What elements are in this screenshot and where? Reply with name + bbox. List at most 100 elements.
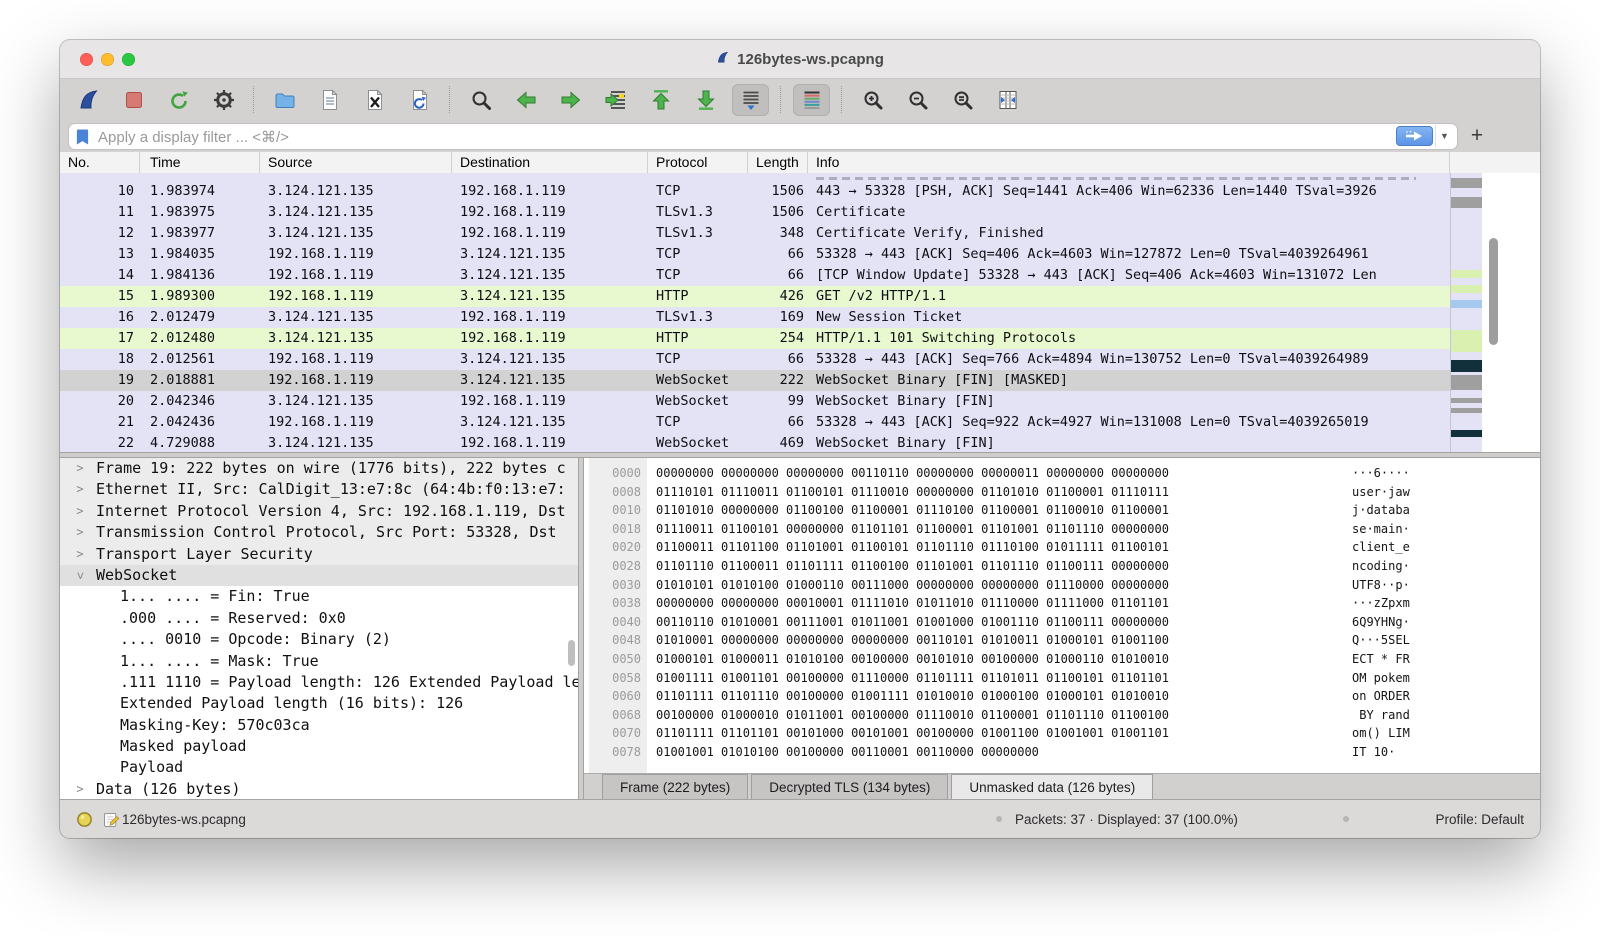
add-filter-button[interactable]: + [1464,123,1490,149]
packet-row[interactable]: 212.042436192.168.1.1193.124.121.135TCP6… [60,412,1450,433]
capture-comment-icon[interactable] [102,800,121,838]
bytes-tab[interactable]: Decrypted TLS (134 bytes) [751,774,948,800]
hex-row[interactable]: 000000000000 00000000 00000000 00110110 … [584,464,1540,483]
chevron-right-icon[interactable]: > [73,458,87,479]
details-row[interactable]: .... 0010 = Opcode: Binary (2) [60,629,578,650]
chevron-right-icon[interactable]: > [73,501,87,522]
details-row[interactable]: 1... .... = Fin: True [60,586,578,607]
details-row[interactable]: Extended Payload length (16 bits): 126 [60,693,578,714]
expert-info-icon[interactable] [76,800,93,838]
chevron-right-icon[interactable]: > [73,522,87,543]
capture-options-button[interactable] [205,84,242,116]
first-packet-button[interactable] [642,84,679,116]
hex-row[interactable]: 001801110011 01100101 00000000 01101101 … [584,520,1540,539]
hex-row[interactable]: 003001010101 01010100 01000110 00111000 … [584,576,1540,595]
partial-packet-row[interactable] [60,173,1450,181]
hex-row[interactable]: 003800000000 00000000 00010001 01111010 … [584,594,1540,613]
column-header-destination[interactable]: Destination [452,152,648,173]
chevron-right-icon[interactable]: > [73,479,87,500]
bytes-tab[interactable]: Unmasked data (126 bytes) [951,774,1153,800]
details-row[interactable]: >Frame 19: 222 bytes on wire (1776 bits)… [60,458,578,479]
chevron-down-icon[interactable]: > [69,569,90,583]
hex-row[interactable]: 001001101010 00000000 01100100 01100001 … [584,501,1540,520]
column-header-info[interactable]: Info [808,152,1450,173]
hex-row[interactable]: 007001101111 01101101 00101000 00101001 … [584,724,1540,743]
column-header-no[interactable]: No. [60,152,140,173]
apply-filter-button[interactable] [1396,126,1433,146]
packet-row[interactable]: 121.9839773.124.121.135192.168.1.119TLSv… [60,223,1450,244]
column-header-length[interactable]: Length [748,152,808,173]
packet-row[interactable]: 182.012561192.168.1.1193.124.121.135TCP6… [60,349,1450,370]
restart-capture-button[interactable] [160,84,197,116]
details-row[interactable]: Masked payload [60,736,578,757]
details-row[interactable]: Masking-Key: 570c03ca [60,715,578,736]
reload-file-button[interactable] [401,84,438,116]
close-file-button[interactable] [356,84,393,116]
auto-scroll-button[interactable] [732,84,769,116]
packet-row[interactable]: 151.989300192.168.1.1193.124.121.135HTTP… [60,286,1450,307]
zoom-reset-button[interactable] [944,84,981,116]
details-row[interactable]: >Ethernet II, Src: CalDigit_13:e7:8c (64… [60,479,578,500]
packet-row[interactable]: 141.984136192.168.1.1193.124.121.135TCP6… [60,265,1450,286]
details-row[interactable]: .111 1110 = Payload length: 126 Extended… [60,672,578,693]
intelligent-scrollbar-minimap[interactable] [1450,173,1482,452]
column-header-time[interactable]: Time [140,152,260,173]
hex-row[interactable]: 005001000101 01000011 01010100 00100000 … [584,650,1540,669]
go-to-packet-button[interactable] [597,84,634,116]
start-capture-button[interactable] [70,84,107,116]
packet-row[interactable]: 202.0423463.124.121.135192.168.1.119WebS… [60,391,1450,412]
save-file-button[interactable] [311,84,348,116]
details-row[interactable]: .000 .... = Reserved: 0x0 [60,608,578,629]
packet-row[interactable]: 111.9839753.124.121.135192.168.1.119TLSv… [60,202,1450,223]
details-row[interactable]: Payload [60,757,578,778]
hex-row[interactable]: 002001100011 01101100 01101001 01100101 … [584,538,1540,557]
find-packet-button[interactable] [462,84,499,116]
zoom-in-button[interactable] [854,84,891,116]
packet-row[interactable]: 101.9839743.124.121.135192.168.1.119TCP1… [60,181,1450,202]
hex-row[interactable]: 007801001001 01010100 00100000 00110001 … [584,743,1540,762]
hex-row[interactable]: 005801001111 01001101 00100000 01110000 … [584,669,1540,688]
packet-row[interactable]: 172.0124803.124.121.135192.168.1.119HTTP… [60,328,1450,349]
packet-row[interactable]: 131.984035192.168.1.1193.124.121.135TCP6… [60,244,1450,265]
display-filter-input[interactable]: Apply a display filter ... <⌘/> ▼ [68,123,1458,150]
hex-row[interactable]: 000801110101 01110011 01100101 01110010 … [584,483,1540,502]
zoom-out-button[interactable] [899,84,936,116]
hex-row[interactable]: 004000110110 01010001 00111001 01011001 … [584,613,1540,632]
titlebar[interactable]: 126bytes-ws.pcapng [60,40,1540,79]
hex-row[interactable]: 006800100000 01000010 01011001 00100000 … [584,706,1540,725]
colorize-button[interactable] [793,84,830,116]
packet-row[interactable]: 224.7290883.124.121.135192.168.1.119WebS… [60,433,1450,452]
packet-list-scrollbar-thumb[interactable] [1489,238,1498,345]
details-row[interactable]: >Transmission Control Protocol, Src Port… [60,522,578,543]
hex-row[interactable]: 002801101110 01100011 01101111 01100100 … [584,557,1540,576]
packet-row[interactable]: 162.0124793.124.121.135192.168.1.119TLSv… [60,307,1450,328]
column-header-protocol[interactable]: Protocol [648,152,748,173]
hex-row[interactable]: 006001101111 01101110 00100000 01001111 … [584,687,1540,706]
details-row[interactable]: 1... .... = Mask: True [60,651,578,672]
packet-row[interactable]: 192.018881192.168.1.1193.124.121.135WebS… [60,370,1450,391]
stop-capture-button[interactable] [115,84,152,116]
open-file-button[interactable] [266,84,303,116]
chevron-right-icon[interactable]: > [73,544,87,565]
last-packet-button[interactable] [687,84,724,116]
previous-packet-button[interactable] [507,84,544,116]
details-scrollbar-thumb[interactable] [568,640,575,666]
filter-bookmark-icon[interactable] [75,128,90,146]
packet-info: New Session Ticket [808,307,1450,328]
chevron-right-icon[interactable]: > [73,779,87,800]
status-filename[interactable]: 126bytes-ws.pcapng [122,800,246,838]
details-row[interactable]: >Transport Layer Security [60,544,578,565]
details-row[interactable]: >Data (126 bytes) [60,779,578,800]
details-row[interactable]: >Internet Protocol Version 4, Src: 192.1… [60,501,578,522]
details-row[interactable]: >WebSocket [60,565,578,586]
hex-row[interactable]: 004801010001 00000000 00000000 00000000 … [584,631,1540,650]
packet-bytes-pane[interactable]: 000000000000 00000000 00000000 00110110 … [584,458,1540,800]
next-packet-button[interactable] [552,84,589,116]
resize-columns-button[interactable] [989,84,1026,116]
filter-dropdown-caret[interactable]: ▼ [1435,125,1453,147]
packet-details-pane[interactable]: >Frame 19: 222 bytes on wire (1776 bits)… [60,458,578,800]
packet-list[interactable]: 101.9839743.124.121.135192.168.1.119TCP1… [60,173,1540,452]
status-profile[interactable]: Profile: Default [1435,800,1524,838]
column-header-source[interactable]: Source [260,152,452,173]
bytes-tab[interactable]: Frame (222 bytes) [602,774,748,800]
